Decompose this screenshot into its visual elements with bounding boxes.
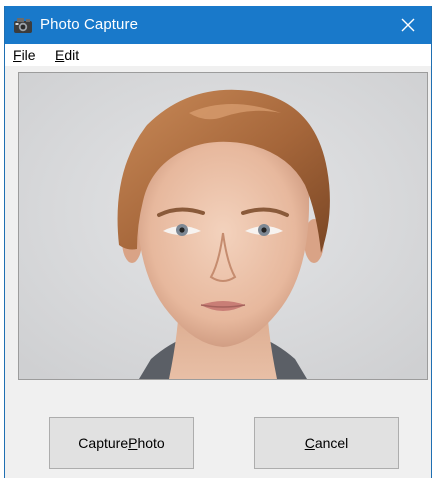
menu-bar: File Edit bbox=[5, 44, 431, 66]
capture-photo-button[interactable]: Capture Photo bbox=[49, 417, 194, 469]
capture-label-post: hoto bbox=[137, 435, 165, 451]
window-title: Photo Capture bbox=[40, 16, 139, 33]
capture-label-mnemonic: P bbox=[128, 435, 138, 451]
portrait-photo bbox=[19, 73, 427, 379]
menu-edit-label: dit bbox=[64, 47, 80, 63]
title-bar[interactable]: Photo Capture bbox=[5, 6, 431, 44]
close-icon bbox=[401, 18, 415, 32]
capture-label-pre: Capture bbox=[78, 435, 129, 451]
cancel-label-mnemonic: C bbox=[304, 435, 315, 451]
menu-file-label: ile bbox=[21, 47, 36, 63]
cancel-label-post: ancel bbox=[314, 435, 349, 451]
cancel-button[interactable]: Cancel bbox=[254, 417, 399, 469]
photo-capture-window: Photo Capture File Edit Capture P hoto C… bbox=[4, 6, 432, 478]
camera-icon bbox=[13, 15, 33, 35]
menu-file[interactable]: File bbox=[13, 47, 36, 63]
menu-edit[interactable]: Edit bbox=[55, 47, 79, 63]
close-button[interactable] bbox=[385, 6, 431, 44]
menu-edit-mnemonic: E bbox=[55, 47, 65, 63]
photo-preview bbox=[18, 72, 428, 380]
menu-file-mnemonic: F bbox=[13, 47, 22, 63]
